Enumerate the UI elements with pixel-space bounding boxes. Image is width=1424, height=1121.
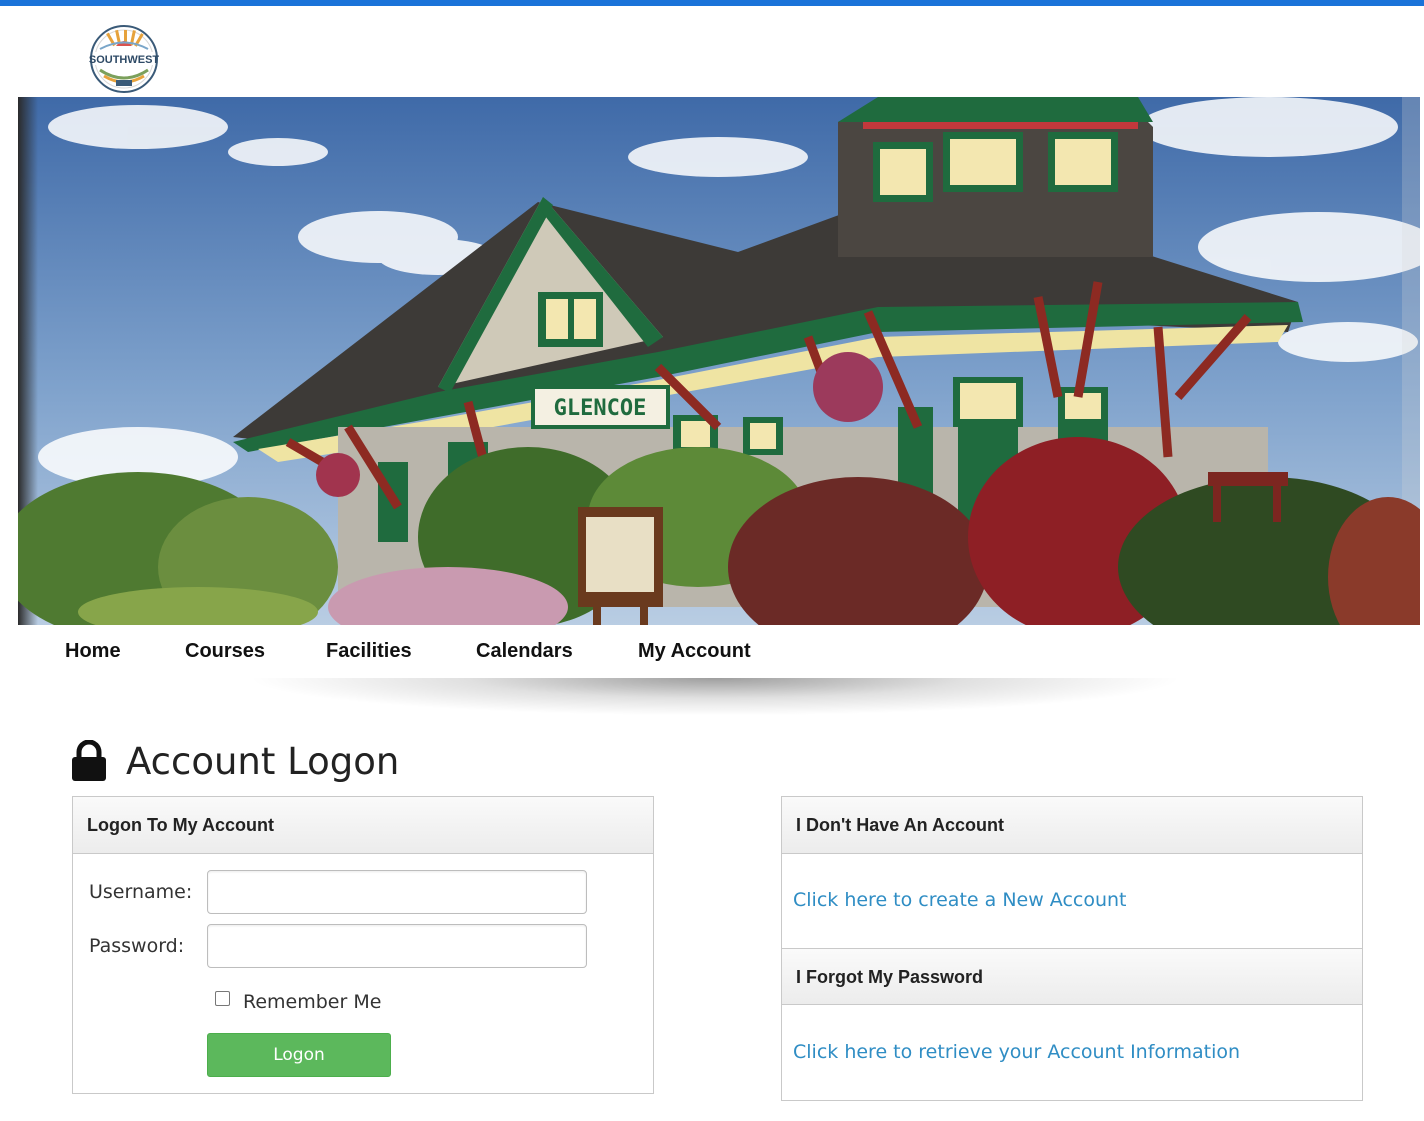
nav-facilities[interactable]: Facilities: [326, 640, 412, 663]
top-accent-bar: [0, 0, 1424, 6]
hero-banner-image: GLENCOE: [18, 97, 1420, 625]
logo-emblem-icon: SOUTHWEST: [89, 25, 160, 93]
create-account-link[interactable]: Click here to create a New Account: [793, 889, 1127, 911]
station-sign-text: GLENCOE: [554, 396, 647, 421]
retrieve-account-link[interactable]: Click here to retrieve your Account Info…: [793, 1041, 1240, 1063]
train-station-photo: GLENCOE: [18, 97, 1420, 625]
no-account-header: I Don't Have An Account: [782, 797, 1362, 854]
retrieve-account-section: Click here to retrieve your Account Info…: [782, 1005, 1362, 1099]
password-label: Password:: [89, 935, 185, 957]
remember-me-label[interactable]: Remember Me: [243, 991, 381, 1013]
nav-calendars[interactable]: Calendars: [476, 640, 573, 663]
remember-me-checkbox[interactable]: [215, 991, 230, 1006]
nav-my-account[interactable]: My Account: [638, 640, 751, 663]
lock-icon: [72, 740, 106, 781]
page-title-text: Account Logon: [126, 739, 400, 783]
logon-button[interactable]: Logon: [207, 1033, 391, 1077]
forgot-password-header: I Forgot My Password: [782, 948, 1362, 1005]
site-logo[interactable]: SOUTHWEST: [86, 24, 162, 94]
username-label: Username:: [89, 881, 193, 903]
nav-courses[interactable]: Courses: [185, 640, 265, 663]
main-nav: Home Courses Facilities Calendars My Acc…: [0, 632, 1424, 672]
nav-home[interactable]: Home: [65, 640, 121, 663]
page-title: Account Logon: [70, 736, 399, 786]
nav-divider-shadow: [95, 678, 1335, 728]
logon-panel-header: Logon To My Account: [73, 797, 653, 854]
password-input[interactable]: [207, 924, 587, 968]
create-account-section: Click here to create a New Account: [782, 854, 1362, 948]
account-help-panel: I Don't Have An Account Click here to cr…: [781, 796, 1363, 1101]
logo-text: SOUTHWEST: [89, 54, 160, 66]
logon-panel: Logon To My Account Username: Password: …: [72, 796, 654, 1094]
username-input[interactable]: [207, 870, 587, 914]
